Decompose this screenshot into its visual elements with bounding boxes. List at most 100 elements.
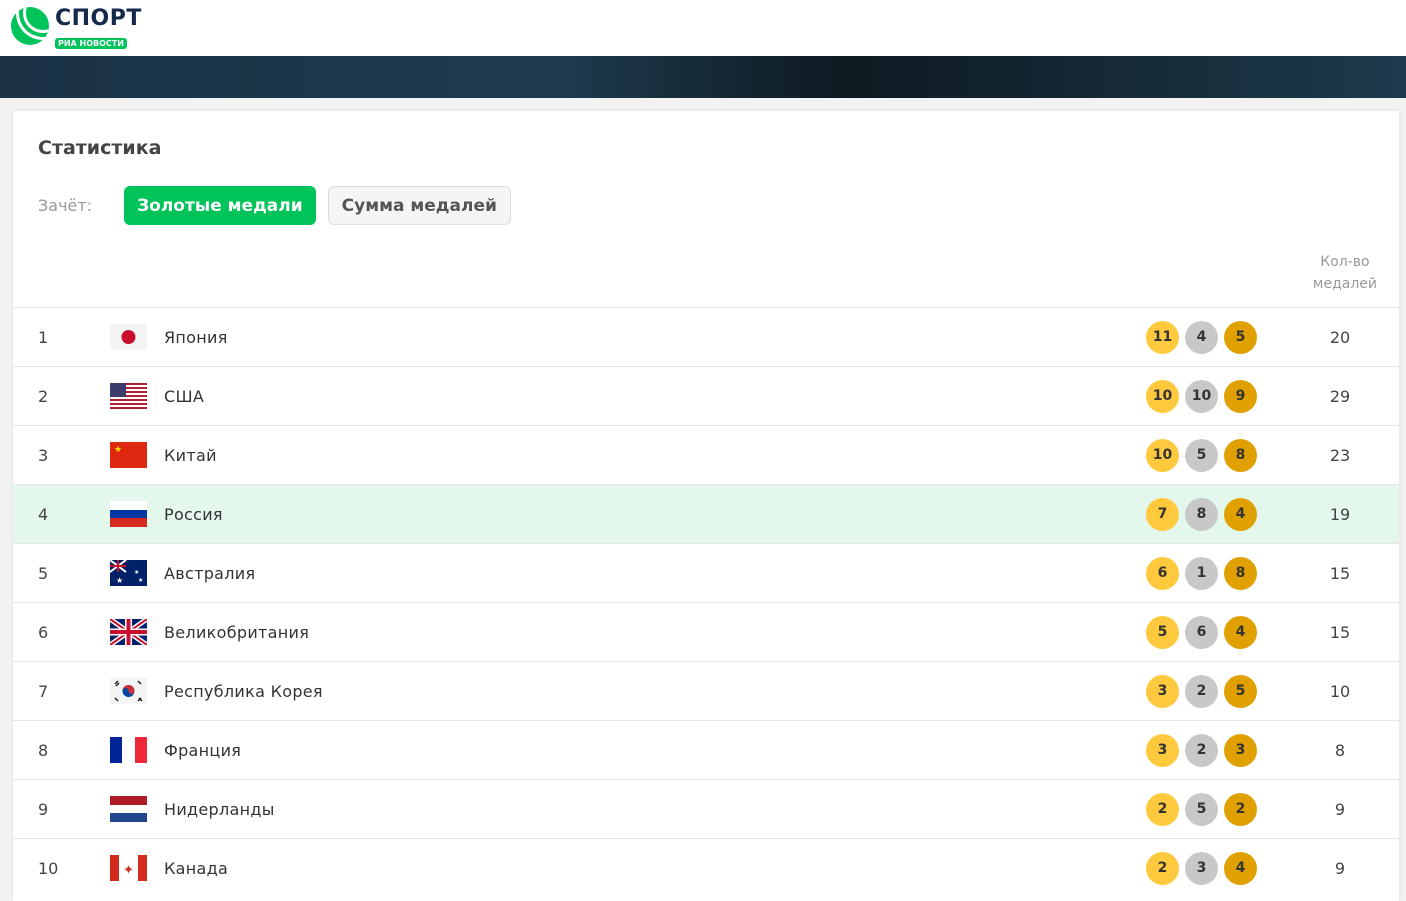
medal-counts: 7 8 4 [1146,497,1257,531]
silver-medal-count: 4 [1185,320,1218,354]
flag-cn-icon: ★ [110,442,147,468]
medal-table: 1 Япония 11 4 5 20 2 США 10 10 9 29 3 ★ Ки… [13,307,1399,897]
svg-text:★: ★ [138,577,143,584]
medal-counts: 2 3 4 [1146,851,1257,885]
gold-medal-count: 6 [1146,556,1179,590]
bronze-medal-count: 8 [1224,438,1257,472]
gold-medals-button[interactable]: Золотые медали [124,186,316,225]
svg-text:★: ★ [134,569,139,576]
flag-ru-icon [110,501,147,527]
logo[interactable]: СПОРТ РИА НОВОСТИ [11,7,142,50]
medal-counts: 10 10 9 [1146,379,1257,413]
rank: 7 [38,681,49,701]
country-name[interactable]: Австралия [164,564,255,583]
total-medals: 15 [1329,622,1351,642]
bronze-medal-count: 4 [1224,497,1257,531]
gold-medal-count: 5 [1146,615,1179,649]
silver-medal-count: 5 [1185,438,1218,472]
medal-counts: 11 4 5 [1146,320,1257,354]
total-medals: 9 [1334,858,1346,878]
country-name[interactable]: Япония [164,328,228,347]
total-medals: 20 [1329,327,1351,347]
country-name[interactable]: Великобритания [164,623,309,642]
table-row[interactable]: 2 США 10 10 9 29 [13,366,1399,425]
country-name[interactable]: Россия [164,505,223,524]
silver-medal-count: 10 [1185,379,1218,413]
svg-text:✦: ✦ [123,863,134,878]
flag-us-icon [110,383,147,409]
bronze-medal-count: 4 [1224,615,1257,649]
header-line: медалей [1312,276,1377,292]
filter-label: Зачёт: [38,196,93,215]
svg-text:★: ★ [116,576,123,585]
silver-medal-count: 2 [1185,674,1218,708]
country-name[interactable]: Китай [164,446,217,465]
flag-gb-icon [110,619,147,645]
medal-count-header: Кол-во медалей [1313,251,1377,295]
rank: 3 [38,445,49,465]
rank: 4 [38,504,49,524]
gold-medal-count: 3 [1146,733,1179,767]
bronze-medal-count: 4 [1224,851,1257,885]
ranking-filter: Зачёт: Золотые медали Сумма медалей [38,186,523,225]
table-row[interactable]: 8 Франция 3 2 3 8 [13,720,1399,779]
section-title: Статистика [38,137,162,159]
flag-au-icon: ★ ★ ★ [110,560,147,586]
bronze-medal-count: 3 [1224,733,1257,767]
table-row[interactable]: 9 Нидерланды 2 5 2 9 [13,779,1399,838]
rank: 6 [38,622,49,642]
rank: 8 [38,740,49,760]
rank: 10 [38,858,59,878]
bronze-medal-count: 5 [1224,674,1257,708]
gold-medal-count: 10 [1146,438,1179,472]
silver-medal-count: 3 [1185,851,1218,885]
country-name[interactable]: США [164,387,204,406]
site-header: СПОРТ РИА НОВОСТИ [0,0,1406,56]
total-medals: 8 [1334,740,1346,760]
table-row[interactable]: 5 ★ ★ ★ Австралия 6 1 8 15 [13,543,1399,602]
logo-icon [11,7,49,45]
country-name[interactable]: Франция [164,741,241,760]
table-row[interactable]: 7 Республика Корея 3 2 5 10 [13,661,1399,720]
total-medals: 9 [1334,799,1346,819]
table-row[interactable]: 3 ★ Китай 10 5 8 23 [13,425,1399,484]
table-row[interactable]: 1 Япония 11 4 5 20 [13,307,1399,366]
flag-fr-icon [110,737,147,763]
total-medals: 29 [1329,386,1351,406]
total-medals-button[interactable]: Сумма медалей [327,186,511,225]
table-row[interactable]: 4 Россия 7 8 4 19 [13,484,1399,543]
total-medals: 10 [1329,681,1351,701]
gold-medal-count: 2 [1146,851,1179,885]
medal-counts: 2 5 2 [1146,792,1257,826]
flag-ca-icon: ✦ [110,855,147,881]
flag-jp-icon [110,324,147,350]
medal-counts: 10 5 8 [1146,438,1257,472]
medal-counts: 3 2 5 [1146,674,1257,708]
bronze-medal-count: 5 [1224,320,1257,354]
total-medals: 15 [1329,563,1351,583]
hero-banner [0,56,1406,98]
country-name[interactable]: Канада [164,859,228,878]
silver-medal-count: 6 [1185,615,1218,649]
medal-counts: 6 1 8 [1146,556,1257,590]
country-name[interactable]: Нидерланды [164,800,275,819]
bronze-medal-count: 2 [1224,792,1257,826]
logo-title: СПОРТ [55,6,142,31]
svg-text:★: ★ [114,445,122,455]
table-row[interactable]: 6 Великобритания 5 6 4 15 [13,602,1399,661]
total-medals: 19 [1329,504,1351,524]
medal-counts: 3 2 3 [1146,733,1257,767]
rank: 5 [38,563,49,583]
flag-kr-icon [110,678,147,704]
silver-medal-count: 8 [1185,497,1218,531]
gold-medal-count: 11 [1146,320,1179,354]
table-row[interactable]: 10 ✦ Канада 2 3 4 9 [13,838,1399,897]
country-name[interactable]: Республика Корея [164,682,323,701]
gold-medal-count: 10 [1146,379,1179,413]
bronze-medal-count: 9 [1224,379,1257,413]
bronze-medal-count: 8 [1224,556,1257,590]
gold-medal-count: 7 [1146,497,1179,531]
gold-medal-count: 2 [1146,792,1179,826]
rank: 9 [38,799,49,819]
medal-counts: 5 6 4 [1146,615,1257,649]
